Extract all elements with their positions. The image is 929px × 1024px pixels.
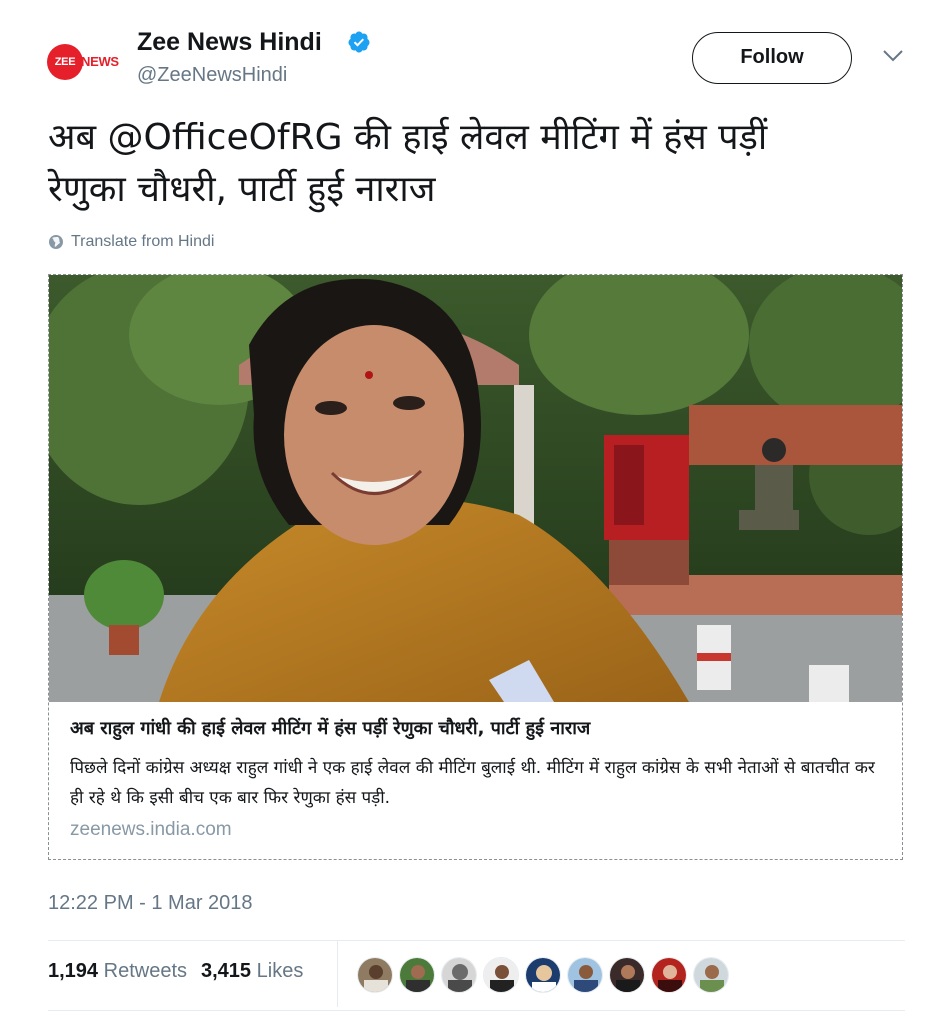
- likes-stat[interactable]: 3,415 Likes: [201, 960, 303, 983]
- chevron-down-icon[interactable]: [882, 48, 904, 64]
- verified-badge-icon: [348, 31, 370, 53]
- tweet-text: अब @OfficeOfRG की हाई लेवल मीटिंग में हं…: [48, 112, 898, 216]
- liker-avatar[interactable]: [357, 957, 393, 993]
- translate-label[interactable]: Translate from Hindi: [71, 233, 214, 251]
- card-description: पिछले दिनों कांग्रेस अध्यक्ष राहुल गांधी…: [70, 758, 875, 808]
- follow-button[interactable]: Follow: [692, 32, 852, 84]
- zee-news-logo-wordmark: NEWS: [81, 54, 119, 69]
- globe-icon: [49, 235, 63, 249]
- liker-avatar[interactable]: [567, 957, 603, 993]
- stats-divider-bottom: [48, 1010, 905, 1011]
- retweets-label: Retweets: [103, 960, 187, 982]
- card-domain: zeenews.india.com: [70, 819, 232, 840]
- liker-avatar[interactable]: [693, 957, 729, 993]
- translate-link[interactable]: Translate from Hindi: [48, 233, 214, 251]
- liker-avatar[interactable]: [525, 957, 561, 993]
- account-handle[interactable]: @ZeeNewsHindi: [137, 64, 287, 87]
- account-name[interactable]: Zee News Hindi: [137, 28, 322, 57]
- liker-avatars: [357, 957, 729, 993]
- liker-avatar[interactable]: [399, 957, 435, 993]
- liker-avatar[interactable]: [441, 957, 477, 993]
- tweet-timestamp[interactable]: 12:22 PM - 1 Mar 2018: [48, 892, 253, 915]
- retweets-count: 1,194: [48, 960, 99, 982]
- stats-divider-vertical: [337, 941, 338, 1007]
- card-title[interactable]: अब राहुल गांधी की हाई लेवल मीटिंग में हं…: [70, 716, 890, 740]
- engagement-stats: 1,194 Retweets 3,415 Likes: [48, 960, 303, 983]
- article-photo[interactable]: [49, 275, 903, 702]
- likes-count: 3,415: [201, 960, 252, 982]
- zee-news-logo[interactable]: ZEE: [47, 44, 83, 80]
- mention-link[interactable]: @OfficeOfRG: [108, 117, 343, 158]
- liker-avatar[interactable]: [651, 957, 687, 993]
- stats-divider-top: [48, 940, 905, 941]
- likes-label: Likes: [256, 960, 304, 982]
- liker-avatar[interactable]: [483, 957, 519, 993]
- retweets-stat[interactable]: 1,194 Retweets: [48, 960, 187, 983]
- tweet-text-rest: की हाई लेवल मीटिंग में हंस पड़ीं: [342, 117, 768, 158]
- link-preview-card[interactable]: अब राहुल गांधी की हाई लेवल मीटिंग में हं…: [48, 274, 903, 860]
- tweet-text-line2: रेणुका चौधरी, पार्टी हुई नाराज: [48, 169, 436, 210]
- liker-avatar[interactable]: [609, 957, 645, 993]
- tweet-text-prefix: अब: [48, 117, 108, 158]
